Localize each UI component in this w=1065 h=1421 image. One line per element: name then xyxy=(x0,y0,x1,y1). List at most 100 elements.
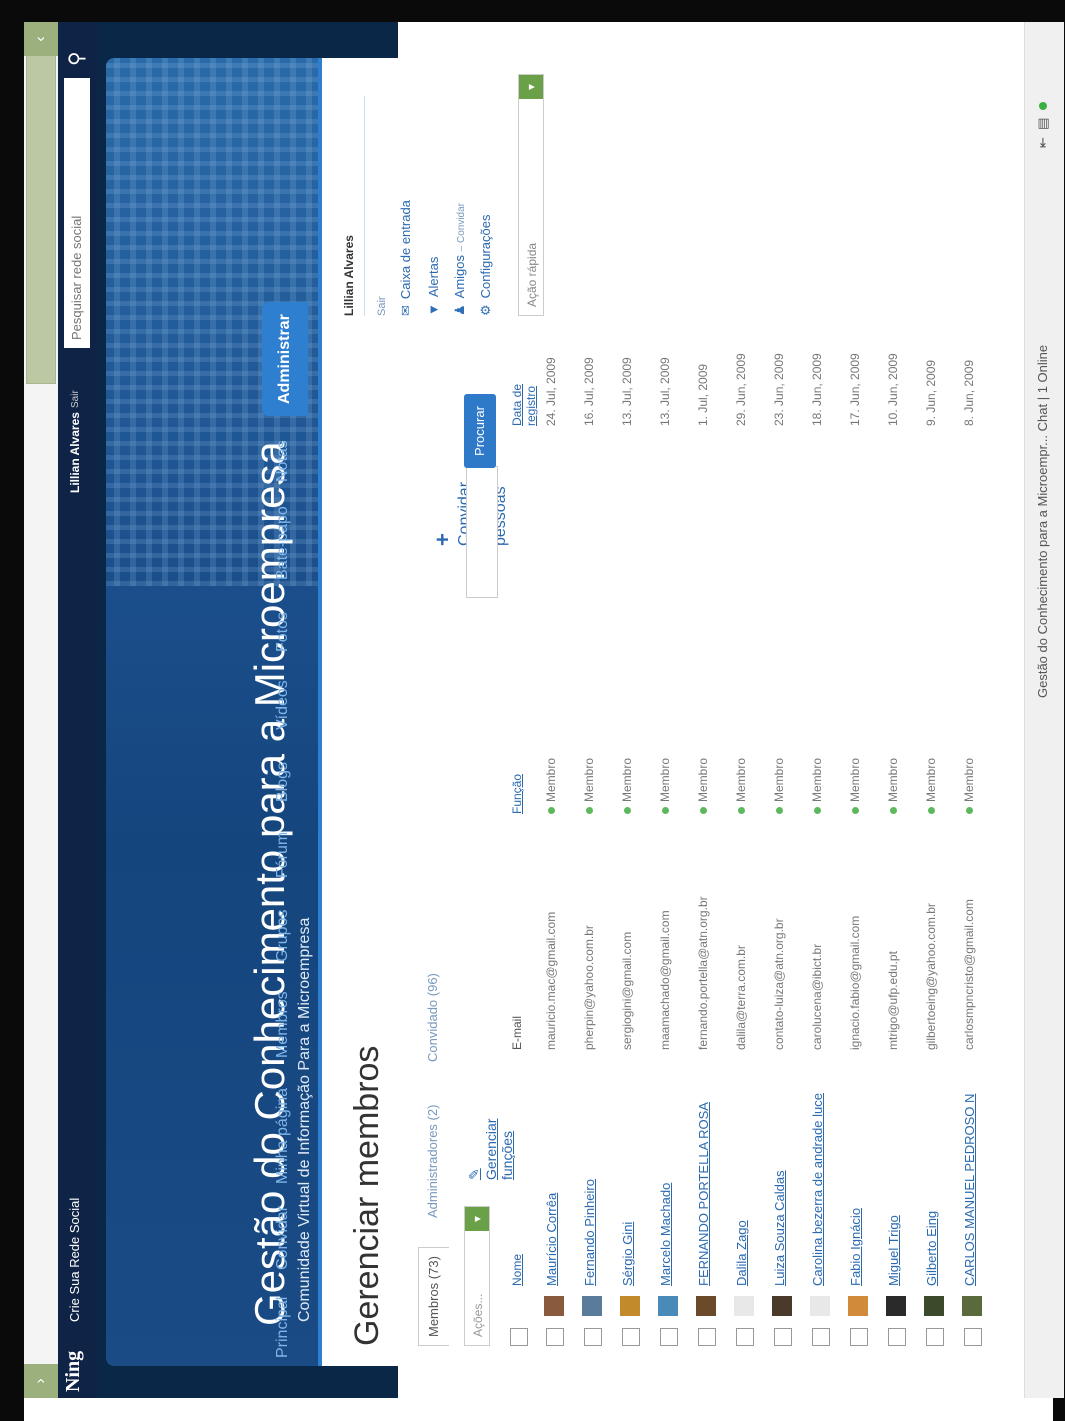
avatar[interactable] xyxy=(544,1296,564,1316)
procurar-button[interactable]: Procurar xyxy=(464,394,496,468)
row-checkbox[interactable] xyxy=(622,1328,640,1346)
nav-principal[interactable]: Principal xyxy=(274,1297,292,1358)
plus-icon: + xyxy=(430,533,455,546)
nav-notas[interactable]: Notas xyxy=(274,440,292,482)
row-checkbox[interactable] xyxy=(774,1328,792,1346)
online-status-icon[interactable] xyxy=(1035,102,1050,111)
table-row: Sérgio Gini sergiogini@gmail.com Membro 13.… xyxy=(616,346,650,1346)
avatar[interactable] xyxy=(810,1296,830,1316)
avatar[interactable] xyxy=(924,1296,944,1316)
member-date: 1. Jul, 2009 xyxy=(696,363,710,426)
nav-forum[interactable]: Fórum xyxy=(274,832,292,878)
member-name-link[interactable]: Gilberto Eing xyxy=(924,1211,939,1286)
member-name-link[interactable]: Fabio Ignácio xyxy=(848,1208,863,1286)
tab-administradores[interactable]: Administradores (2) xyxy=(418,1105,448,1218)
row-checkbox[interactable] xyxy=(736,1328,754,1346)
nav-convidar[interactable]: Convidar xyxy=(274,1206,292,1270)
member-name-link[interactable]: Miguel Trigo xyxy=(886,1215,901,1286)
role-label: Membro xyxy=(620,757,634,802)
role-label: Membro xyxy=(544,757,558,802)
ning-logo[interactable]: Ning xyxy=(62,1351,85,1392)
avatar[interactable] xyxy=(962,1296,982,1316)
nav-administrar[interactable]: Administrar xyxy=(262,302,308,416)
search-input[interactable] xyxy=(64,78,90,348)
row-checkbox[interactable] xyxy=(660,1328,678,1346)
member-name-link[interactable]: Maurício Corrêa xyxy=(544,1193,559,1286)
gerenciar-funcoes-link[interactable]: ✎ Gerenciar funções xyxy=(466,1119,515,1180)
nav-membros[interactable]: Membros xyxy=(274,991,292,1058)
member-search-input[interactable] xyxy=(466,466,498,598)
row-checkbox[interactable] xyxy=(888,1328,906,1346)
member-name-link[interactable]: Sérgio Gini xyxy=(620,1222,635,1286)
row-checkbox[interactable] xyxy=(546,1328,564,1346)
col-data[interactable]: Data de registro xyxy=(510,346,538,426)
tab-membros[interactable]: Membros (73) xyxy=(418,1247,449,1346)
status-dot-icon xyxy=(928,807,936,814)
table-row: Gilberto Eing gilbertoeing@yahoo.com.br Me… xyxy=(920,346,954,1346)
top-user-name[interactable]: Lillian Alvares xyxy=(68,412,82,493)
sidebar-settings-link[interactable]: ⚙ Configurações xyxy=(478,215,494,316)
avatar[interactable] xyxy=(734,1296,754,1316)
col-funcao[interactable]: Função xyxy=(510,774,524,814)
avatar[interactable] xyxy=(658,1296,678,1316)
sidebar-inbox-link[interactable]: ✉ Caixa de entrada xyxy=(398,200,414,316)
chat-label[interactable]: Gestão do Conhecimento para a Microempr.… xyxy=(1035,345,1050,698)
acoes-select[interactable]: Ações... ▾ xyxy=(464,1206,490,1346)
member-role: Membro xyxy=(696,758,710,814)
scroll-left-arrow-icon[interactable]: ‹ xyxy=(24,22,58,56)
status-dot-icon xyxy=(966,807,974,814)
crie-rede-link[interactable]: Crie Sua Rede Social xyxy=(67,1198,82,1322)
scroll-right-arrow-icon[interactable]: › xyxy=(24,1364,58,1398)
nav-minha-pagina[interactable]: Minha página xyxy=(274,1088,292,1184)
member-email: carolucena@ibict.br xyxy=(810,943,824,1050)
sidebar-sair-link[interactable]: Sair xyxy=(376,296,388,316)
avatar[interactable] xyxy=(582,1296,602,1316)
avatar[interactable] xyxy=(620,1296,640,1316)
member-name-link[interactable]: Marcelo Machado xyxy=(658,1183,673,1286)
minimize-icon[interactable]: ⇤ xyxy=(1035,137,1050,148)
member-name-link[interactable]: CARLOS MANUEL PEDROSO N xyxy=(962,1094,977,1286)
nav-grupos[interactable]: Grupos xyxy=(274,910,292,962)
chat-controls[interactable]: ⇤ ▤ xyxy=(1035,102,1051,148)
member-name-link[interactable]: Luiza Souza Caldas xyxy=(772,1170,787,1286)
popout-icon[interactable]: ▤ xyxy=(1035,118,1050,130)
chevron-down-icon[interactable]: ▾ xyxy=(465,1207,489,1231)
row-checkbox[interactable] xyxy=(584,1328,602,1346)
sidebar-user-name[interactable]: Lillian Alvares xyxy=(342,235,356,316)
member-role: Membro xyxy=(734,758,748,814)
nav-blogs[interactable]: Blogs xyxy=(274,762,292,802)
avatar[interactable] xyxy=(848,1296,868,1316)
member-name-link[interactable]: Fernando Pinheiro xyxy=(582,1179,597,1286)
nav-bate-papo[interactable]: Bate-papo xyxy=(274,506,292,580)
friends-invite-link[interactable]: – Convidar xyxy=(456,203,467,251)
tab-convidado[interactable]: Convidado (96) xyxy=(418,973,448,1062)
chat-bar: Gestão do Conhecimento para a Microempr.… xyxy=(1024,22,1064,1398)
top-sair-link[interactable]: Sair xyxy=(70,390,81,408)
chevron-down-icon[interactable]: ▾ xyxy=(519,75,543,99)
member-name-link[interactable]: Dalila Zago xyxy=(734,1220,749,1286)
nav-videos[interactable]: Vídeos xyxy=(274,680,292,730)
row-checkbox[interactable] xyxy=(964,1328,982,1346)
col-nome[interactable]: Nome xyxy=(510,1254,524,1286)
sidebar-alerts-link[interactable]: ▼ Alertas xyxy=(426,257,441,316)
divider xyxy=(364,96,365,316)
row-checkbox[interactable] xyxy=(850,1328,868,1346)
member-role: Membro xyxy=(582,758,596,814)
horizontal-scrollbar[interactable] xyxy=(24,22,58,1364)
ning-top-bar: Ning Crie Sua Rede Social Lillian Alvare… xyxy=(58,22,98,1398)
avatar[interactable] xyxy=(772,1296,792,1316)
member-name-link[interactable]: Carolina bezerra de andrade luce xyxy=(810,1093,825,1286)
row-checkbox[interactable] xyxy=(698,1328,716,1346)
nav-fotos[interactable]: Fotos xyxy=(274,612,292,652)
quick-action-label: Ação rápida xyxy=(525,242,539,307)
avatar[interactable] xyxy=(696,1296,716,1316)
scrollbar-thumb[interactable] xyxy=(26,22,56,384)
sidebar-friends-link[interactable]: ♟ Amigos – Convidar xyxy=(452,203,468,316)
member-name-link[interactable]: FERNANDO PORTELLA ROSA xyxy=(696,1102,711,1286)
search-icon[interactable]: ⚲ xyxy=(64,51,89,66)
row-checkbox[interactable] xyxy=(926,1328,944,1346)
online-count: | 1 Online xyxy=(1035,344,1050,401)
row-checkbox[interactable] xyxy=(812,1328,830,1346)
avatar[interactable] xyxy=(886,1296,906,1316)
quick-action-select[interactable]: Ação rápida ▾ xyxy=(518,74,544,316)
